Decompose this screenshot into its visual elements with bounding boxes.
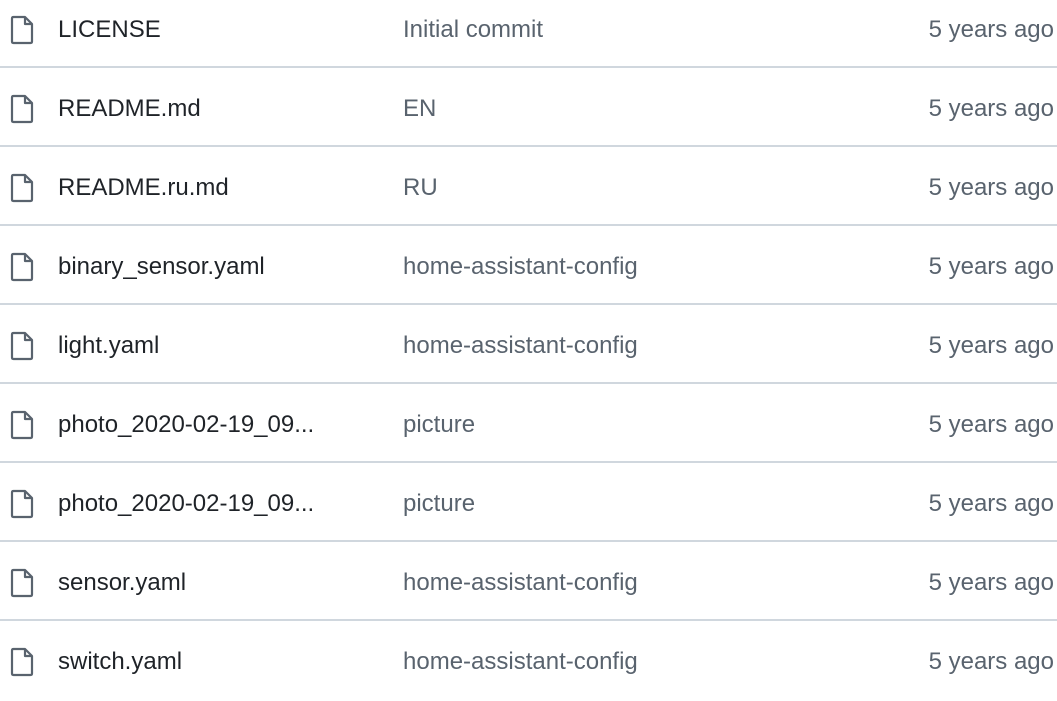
file-icon (9, 647, 35, 677)
commit-age: 5 years ago (928, 173, 1054, 201)
commit-message-link[interactable]: home-assistant-config (403, 648, 638, 676)
row-divider (0, 66, 1057, 68)
commit-message-link[interactable]: Initial commit (403, 16, 543, 44)
file-name-link[interactable]: sensor.yaml (58, 569, 186, 597)
commit-age: 5 years ago (928, 647, 1054, 675)
file-name-link[interactable]: photo_2020-02-19_09... (58, 490, 314, 518)
file-row[interactable]: binary_sensor.yaml home-assistant-config… (0, 227, 1057, 306)
file-name-link[interactable]: binary_sensor.yaml (58, 253, 265, 281)
file-icon (9, 94, 35, 124)
file-name-link[interactable]: README.ru.md (58, 174, 229, 202)
commit-age: 5 years ago (928, 15, 1054, 43)
commit-message-link[interactable]: picture (403, 411, 475, 439)
file-row[interactable]: switch.yaml home-assistant-config 5 year… (0, 622, 1057, 701)
commit-age: 5 years ago (928, 331, 1054, 359)
file-row[interactable]: LICENSE Initial commit 5 years ago (0, 0, 1057, 69)
file-icon (9, 489, 35, 519)
file-row[interactable]: README.md EN 5 years ago (0, 69, 1057, 148)
file-row[interactable]: README.ru.md RU 5 years ago (0, 148, 1057, 227)
commit-age: 5 years ago (928, 489, 1054, 517)
file-icon (9, 568, 35, 598)
commit-message-link[interactable]: EN (403, 95, 436, 123)
commit-age: 5 years ago (928, 94, 1054, 122)
file-icon (9, 331, 35, 361)
row-divider (0, 382, 1057, 384)
row-divider (0, 619, 1057, 621)
commit-message-link[interactable]: home-assistant-config (403, 332, 638, 360)
commit-message-link[interactable]: home-assistant-config (403, 253, 638, 281)
commit-message-link[interactable]: home-assistant-config (403, 569, 638, 597)
file-name-link[interactable]: light.yaml (58, 332, 159, 360)
file-name-link[interactable]: LICENSE (58, 16, 161, 44)
row-divider (0, 145, 1057, 147)
row-divider (0, 461, 1057, 463)
file-row[interactable]: photo_2020-02-19_09... picture 5 years a… (0, 385, 1057, 464)
row-divider (0, 224, 1057, 226)
commit-age: 5 years ago (928, 410, 1054, 438)
commit-message-link[interactable]: picture (403, 490, 475, 518)
file-icon (9, 15, 35, 45)
row-divider (0, 540, 1057, 542)
file-row[interactable]: sensor.yaml home-assistant-config 5 year… (0, 543, 1057, 622)
row-divider (0, 303, 1057, 305)
commit-age: 5 years ago (928, 252, 1054, 280)
file-name-link[interactable]: photo_2020-02-19_09... (58, 411, 314, 439)
file-row[interactable]: light.yaml home-assistant-config 5 years… (0, 306, 1057, 385)
file-icon (9, 252, 35, 282)
file-icon (9, 410, 35, 440)
file-icon (9, 173, 35, 203)
file-name-link[interactable]: switch.yaml (58, 648, 182, 676)
file-list: LICENSE Initial commit 5 years ago READM… (0, 0, 1057, 681)
commit-message-link[interactable]: RU (403, 174, 438, 202)
file-name-link[interactable]: README.md (58, 95, 201, 123)
file-row[interactable]: photo_2020-02-19_09... picture 5 years a… (0, 464, 1057, 543)
commit-age: 5 years ago (928, 568, 1054, 596)
